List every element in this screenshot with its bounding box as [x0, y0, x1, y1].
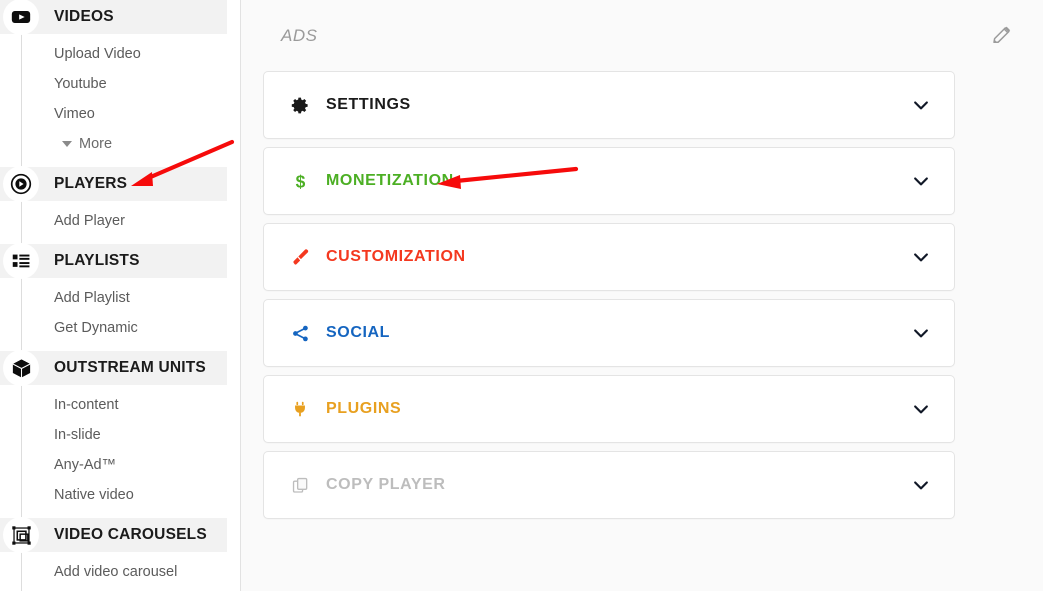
panel-monetization[interactable]: $ MONETIZATION [263, 147, 955, 215]
panel-label: CUSTOMIZATION [326, 248, 466, 265]
paintbrush-icon [288, 245, 312, 269]
panel-copy-player[interactable]: COPY PLAYER [263, 451, 955, 519]
dollar-icon: $ [288, 169, 312, 193]
sidebar-item-outstream-units[interactable]: OUTSTREAM UNITS [0, 350, 227, 386]
sidebar-subitem-get-dynamic[interactable]: Get Dynamic [0, 313, 240, 343]
sidebar-subitem-youtube[interactable]: Youtube [0, 69, 240, 99]
main-content: ADS SETTINGS $ MONETIZATION CUSTOMIZATIO… [241, 0, 1043, 591]
list-icon [3, 243, 39, 279]
sidebar-subitem-in-slide[interactable]: In-slide [0, 420, 240, 450]
panel-label: SETTINGS [326, 96, 411, 113]
app-root: VIDEOS Upload Video Youtube Vimeo More P… [0, 0, 1043, 591]
circle-play-icon [3, 166, 39, 202]
svg-text:$: $ [295, 171, 305, 191]
chevron-down-icon[interactable] [910, 322, 932, 344]
chevron-down-icon[interactable] [910, 474, 932, 496]
chevron-down-icon[interactable] [910, 170, 932, 192]
sidebar-item-video-carousels[interactable]: VIDEO CAROUSELS [0, 517, 227, 553]
sidebar-subitem-any-ad[interactable]: Any-Ad™ [0, 450, 240, 480]
sidebar: VIDEOS Upload Video Youtube Vimeo More P… [0, 0, 241, 591]
carousel-frame-icon [3, 517, 39, 553]
sidebar-subitem-add-video-carousel[interactable]: Add video carousel [0, 557, 240, 587]
sidebar-subitem-upload-video[interactable]: Upload Video [0, 39, 240, 69]
sidebar-item-videos[interactable]: VIDEOS [0, 0, 227, 35]
cube-icon [3, 350, 39, 386]
panel-settings[interactable]: SETTINGS [263, 71, 955, 139]
sidebar-subitem-in-content[interactable]: In-content [0, 390, 240, 420]
sidebar-subitem-vimeo[interactable]: Vimeo [0, 99, 240, 129]
plug-icon [288, 397, 312, 421]
sidebar-subitem-label: Youtube [54, 76, 107, 92]
sidebar-item-players[interactable]: PLAYERS [0, 166, 227, 202]
panel-plugins[interactable]: PLUGINS [263, 375, 955, 443]
sidebar-subitem-more[interactable]: More [0, 129, 240, 159]
sidebar-subitem-label: Add Player [54, 213, 125, 229]
panel-social[interactable]: SOCIAL [263, 299, 955, 367]
sidebar-subitem-label: In-content [54, 397, 119, 413]
sidebar-subitem-label: Native video [54, 487, 134, 503]
sidebar-subitem-label: More [79, 136, 113, 152]
sidebar-subitem-add-player[interactable]: Add Player [0, 206, 240, 236]
copy-icon [288, 473, 312, 497]
sidebar-section-label: OUTSTREAM UNITS [54, 359, 206, 376]
sidebar-nav: VIDEOS Upload Video Youtube Vimeo More P… [0, 0, 240, 587]
sidebar-subitem-label: Upload Video [54, 46, 141, 62]
accordion-panels: SETTINGS $ MONETIZATION CUSTOMIZATION SO… [263, 71, 955, 527]
sidebar-subitem-label: Get Dynamic [54, 320, 138, 336]
gear-icon [288, 93, 312, 117]
chevron-down-icon[interactable] [910, 246, 932, 268]
sidebar-subitem-label: Add video carousel [54, 564, 178, 580]
sidebar-subitem-add-playlist[interactable]: Add Playlist [0, 283, 240, 313]
chevron-down-icon[interactable] [910, 94, 932, 116]
share-icon [288, 321, 312, 345]
sidebar-subitem-label: Vimeo [54, 106, 95, 122]
caret-down-icon [62, 141, 72, 147]
main-header: ADS [263, 0, 1011, 71]
youtube-play-icon [3, 0, 39, 35]
sidebar-subitem-label: In-slide [54, 427, 101, 443]
sidebar-subitem-native-video[interactable]: Native video [0, 480, 240, 510]
chevron-down-icon[interactable] [910, 398, 932, 420]
sidebar-subitem-label: Any-Ad™ [54, 457, 117, 473]
sidebar-item-playlists[interactable]: PLAYLISTS [0, 243, 227, 279]
panel-label: COPY PLAYER [326, 476, 446, 493]
sidebar-section-label: PLAYERS [54, 175, 128, 192]
panel-label: MONETIZATION [326, 172, 454, 189]
sidebar-subitem-label: Add Playlist [54, 290, 130, 306]
page-title: ADS [281, 25, 318, 45]
panel-customization[interactable]: CUSTOMIZATION [263, 223, 955, 291]
sidebar-section-label: VIDEOS [54, 8, 114, 25]
panel-label: SOCIAL [326, 324, 391, 341]
panel-label: PLUGINS [326, 400, 402, 417]
pencil-icon[interactable] [987, 21, 1017, 51]
sidebar-section-label: PLAYLISTS [54, 252, 140, 269]
sidebar-section-label: VIDEO CAROUSELS [54, 526, 207, 543]
